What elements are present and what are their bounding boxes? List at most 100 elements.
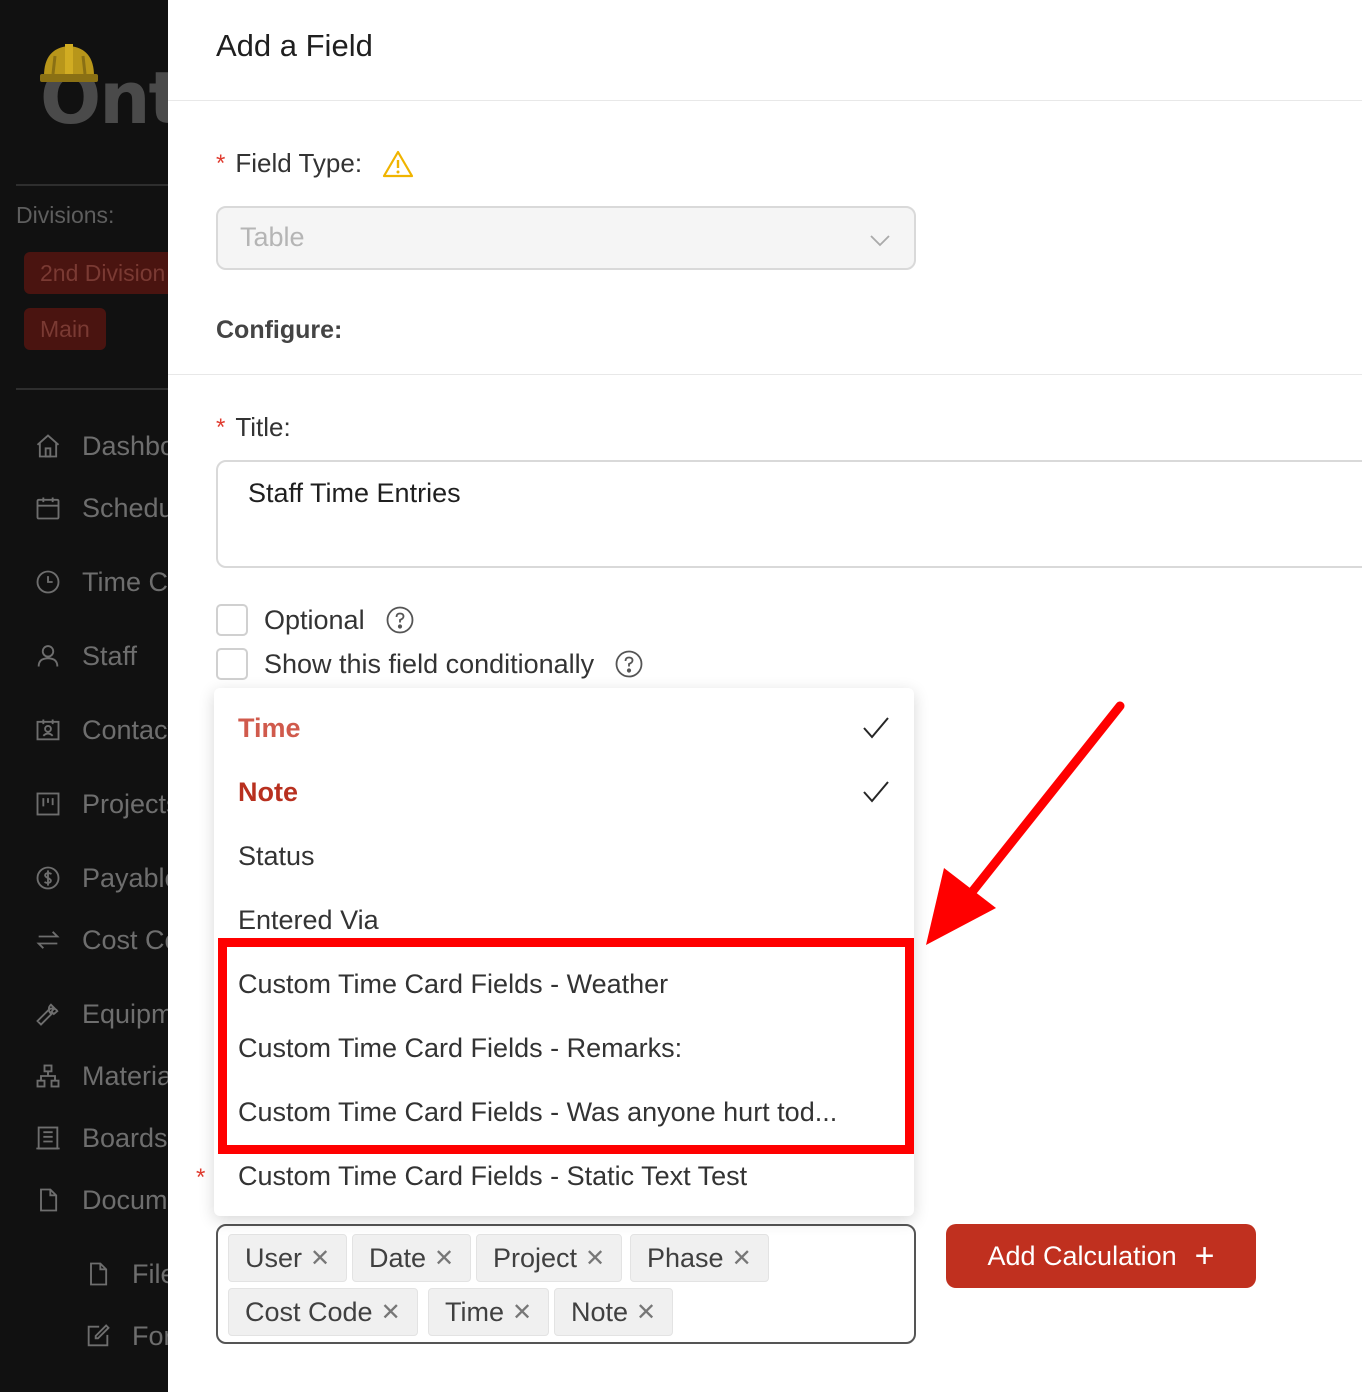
option-label: Entered Via: [238, 904, 379, 935]
close-icon[interactable]: ✕: [585, 1244, 605, 1273]
hard-hat-icon: [40, 44, 98, 82]
sidebar-item-documents[interactable]: Documents: [32, 1180, 168, 1220]
tag-note: Note ✕: [554, 1288, 674, 1336]
field-type-label-text: Field Type:: [235, 148, 363, 178]
required-marker: *: [216, 413, 226, 441]
sidebar-item-label: Schedule: [82, 492, 168, 523]
sidebar-item-label: Documents: [82, 1184, 168, 1215]
home-icon: [32, 430, 64, 462]
dropdown-option-time[interactable]: Time: [238, 696, 890, 760]
close-icon[interactable]: ✕: [434, 1244, 454, 1273]
dropdown-option-was-anyone-hurt[interactable]: Custom Time Card Fields - Was anyone hur…: [238, 1080, 890, 1144]
field-type-select[interactable]: Table: [216, 206, 916, 270]
optional-checkbox[interactable]: [216, 604, 248, 636]
title-label: * Title:: [216, 412, 291, 443]
add-calculation-button[interactable]: Add Calculation +: [946, 1224, 1256, 1288]
field-type-label: * Field Type:: [216, 148, 414, 179]
tag-label: Date: [369, 1242, 427, 1273]
sidebar-item-label: Forms: [132, 1320, 168, 1351]
columns-multiselect[interactable]: User ✕ Date ✕ Project ✕ Phase ✕ Cost Code ✕ T…: [216, 1224, 916, 1344]
plus-icon: +: [1194, 1237, 1215, 1275]
tag-user: User ✕: [228, 1234, 348, 1282]
sidebar-item-equipment[interactable]: Equipment: [32, 994, 168, 1034]
tag-label: Project: [493, 1242, 578, 1273]
configure-label: Configure:: [216, 316, 343, 344]
close-icon[interactable]: ✕: [512, 1298, 532, 1327]
sidebar-item-materials[interactable]: Materials: [32, 1056, 168, 1096]
calendar-icon: [32, 492, 64, 524]
sidebar-item-label: Time Cards: [82, 566, 168, 597]
dropdown-option-entered-via[interactable]: Entered Via: [238, 888, 890, 952]
required-marker: *: [216, 149, 226, 177]
sidebar-divider: [16, 388, 168, 390]
sidebar-item-label: Contacts: [82, 714, 168, 745]
question-circle-icon[interactable]: [385, 605, 415, 635]
sidebar-item-label: Payables: [82, 862, 168, 893]
sidebar-item-contacts[interactable]: Contacts: [32, 710, 168, 750]
field-type-value: Table: [240, 222, 305, 252]
list-board-icon: [32, 1122, 64, 1154]
checkmark-icon: [863, 781, 889, 803]
sidebar-item-label: Materials: [82, 1060, 168, 1091]
tag-label: Cost Code: [245, 1296, 373, 1327]
conditional-row: Show this field conditionally: [216, 647, 644, 681]
option-label: Custom Time Card Fields - Was anyone hur…: [238, 1096, 838, 1127]
columns-dropdown: Time Note Status Entered Via Custom Time…: [214, 688, 914, 1216]
file-icon: [82, 1258, 114, 1290]
dropdown-option-static-text-test[interactable]: Custom Time Card Fields - Static Text Te…: [238, 1144, 890, 1208]
tag-date: Date ✕: [352, 1234, 472, 1282]
sidebar-item-boards[interactable]: Boards: [32, 1118, 168, 1158]
dropdown-option-status[interactable]: Status: [238, 824, 890, 888]
option-label: Custom Time Card Fields - Static Text Te…: [238, 1160, 748, 1191]
sidebar-item-label: Staff: [82, 640, 138, 671]
sidebar-item-time-cards[interactable]: Time Cards: [32, 562, 168, 602]
sidebar: Ont Divisions: 2nd Division Main Dashboa…: [0, 0, 168, 1392]
option-label: Custom Time Card Fields - Weather: [238, 968, 669, 999]
clock-icon: [32, 566, 64, 598]
title-label-text: Title:: [235, 412, 291, 442]
optional-row: Optional: [216, 603, 415, 637]
required-marker: *: [196, 1164, 206, 1191]
warning-icon[interactable]: [382, 149, 414, 179]
sidebar-item-schedule[interactable]: Schedule: [32, 488, 168, 528]
close-icon[interactable]: ✕: [732, 1244, 752, 1273]
project-board-icon: [32, 788, 64, 820]
optional-label: Optional: [264, 604, 365, 635]
sidebar-item-label: Dashboard: [82, 430, 168, 461]
drawer-title: Add a Field: [216, 28, 373, 63]
dropdown-option-remarks[interactable]: Custom Time Card Fields - Remarks:: [238, 1016, 890, 1080]
sidebar-item-label: Files: [132, 1258, 168, 1289]
question-circle-icon[interactable]: [614, 649, 644, 679]
close-icon[interactable]: ✕: [636, 1298, 656, 1327]
sidebar-item-projects[interactable]: Projects: [32, 784, 168, 824]
title-input[interactable]: Staff Time Entries: [216, 460, 1362, 568]
division-tag-main[interactable]: Main: [24, 308, 106, 350]
dropdown-option-note[interactable]: Note: [238, 760, 890, 824]
sidebar-item-payables[interactable]: Payables: [32, 858, 168, 898]
sidebar-item-forms[interactable]: Forms: [82, 1316, 168, 1356]
option-label: Custom Time Card Fields - Remarks:: [238, 1032, 683, 1063]
dropdown-option-weather[interactable]: Custom Time Card Fields - Weather: [238, 952, 890, 1016]
option-label: Status: [238, 840, 315, 871]
tag-cost-code: Cost Code ✕: [228, 1288, 418, 1336]
conditional-checkbox[interactable]: [216, 648, 248, 680]
tag-project: Project ✕: [476, 1234, 623, 1282]
option-label: Note: [238, 776, 298, 807]
sidebar-divider: [16, 184, 168, 186]
sidebar-item-dashboard[interactable]: Dashboard: [32, 426, 168, 466]
sidebar-item-staff[interactable]: Staff: [32, 636, 137, 676]
conditional-label: Show this field conditionally: [264, 648, 595, 679]
close-icon[interactable]: ✕: [310, 1244, 330, 1273]
app-logo[interactable]: Ont: [38, 40, 168, 134]
annotation-arrow: [926, 701, 1125, 945]
division-tag-2nd-division[interactable]: 2nd Division: [24, 252, 168, 294]
close-icon[interactable]: ✕: [381, 1298, 401, 1327]
sidebar-item-files[interactable]: Files: [82, 1254, 168, 1294]
divisions-label: Divisions:: [16, 202, 115, 228]
tag-phase: Phase ✕: [630, 1234, 769, 1282]
sidebar-item-label: Equipment: [82, 998, 168, 1029]
sidebar-item-cost-codes[interactable]: Cost Codes: [32, 920, 168, 960]
hierarchy-icon: [32, 1060, 64, 1092]
swap-icon: [32, 924, 64, 956]
sidebar-item-label: Boards: [82, 1122, 168, 1153]
